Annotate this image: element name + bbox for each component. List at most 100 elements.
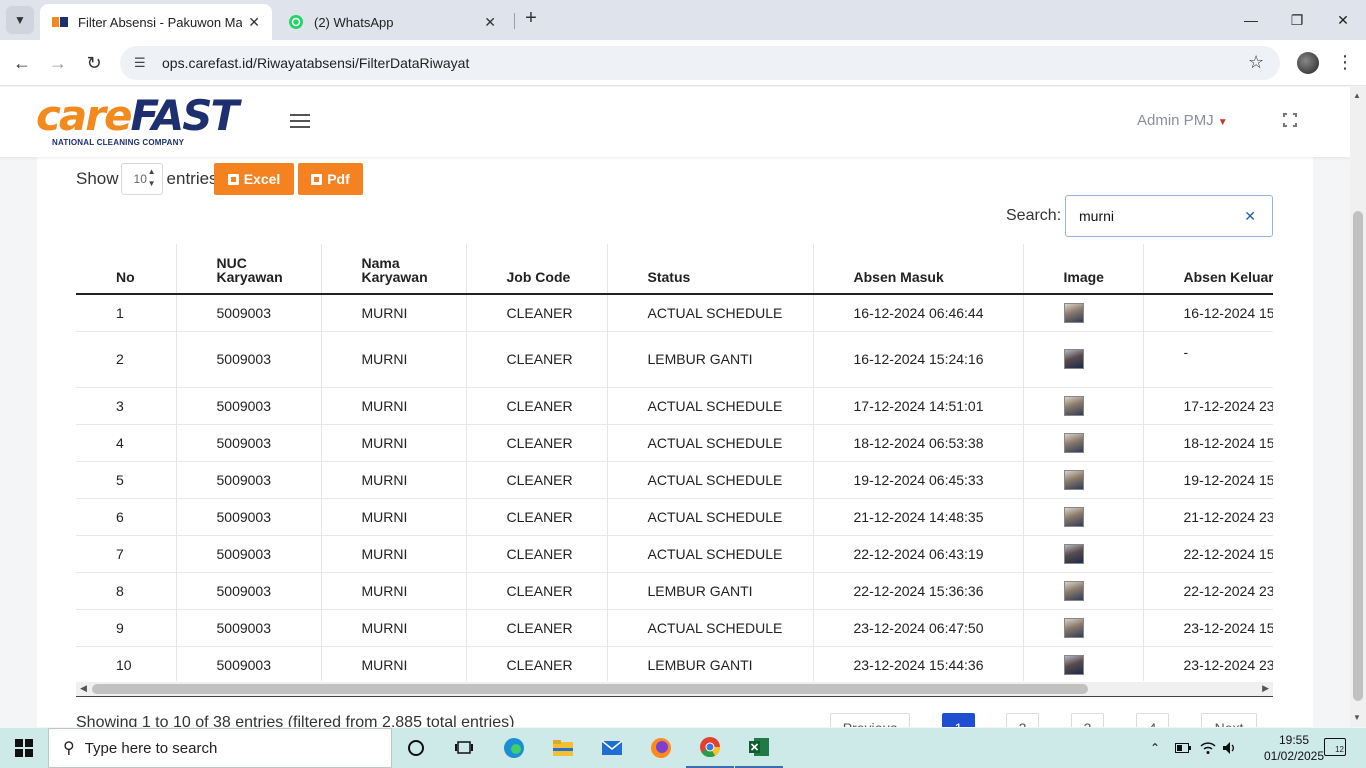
row-status: ACTUAL SCHEDULE (606, 498, 813, 536)
hamburger-menu-icon[interactable] (290, 114, 310, 128)
system-clock[interactable]: 19:55 01/02/2025 (1262, 732, 1326, 764)
volume-icon[interactable] (1222, 728, 1238, 768)
horizontal-scroll-thumb[interactable] (92, 684, 1088, 694)
attendance-photo-thumbnail[interactable] (1063, 432, 1084, 453)
attendance-photo-thumbnail[interactable] (1063, 543, 1084, 564)
attendance-photo-thumbnail[interactable] (1063, 654, 1084, 675)
wifi-icon[interactable] (1200, 728, 1216, 768)
site-info-icon[interactable]: ☰ (134, 55, 152, 71)
attendance-photo-thumbnail[interactable] (1063, 349, 1084, 369)
mail-icon[interactable] (588, 728, 636, 768)
row-absen-keluar: - (1142, 331, 1273, 388)
table-horizontal-scrollbar[interactable]: ◀ ▶ (76, 682, 1273, 696)
row-nama: MURNI (320, 294, 466, 332)
row-absen-keluar: 22-12-2024 15 (1142, 535, 1273, 573)
row-no: 9 (76, 609, 176, 647)
column-header-nama-text: Nama Karyawan (361, 255, 428, 285)
tab-filter-absensi[interactable]: Filter Absensi - Pakuwon Mall Y ✕ (40, 4, 272, 40)
row-absen-keluar: 18-12-2024 15 (1142, 424, 1273, 462)
scroll-up-icon[interactable]: ▲ (1353, 91, 1361, 100)
row-no: 2 (76, 331, 176, 388)
profile-avatar[interactable] (1297, 52, 1319, 74)
column-header-job-code[interactable]: Job Code (465, 244, 607, 295)
row-nama: MURNI (320, 535, 466, 573)
column-header-no[interactable]: No (76, 244, 176, 295)
excel-icon[interactable] (735, 728, 783, 768)
page-viewport: Show 10 ▲▼ entries Excel Pdf Search: ✕ N… (0, 87, 1350, 727)
pagination-next[interactable]: Next (1201, 713, 1257, 727)
search-field[interactable]: ✕ (1065, 195, 1273, 237)
row-absen-keluar: 22-12-2024 23 (1142, 572, 1273, 610)
vertical-scroll-thumb[interactable] (1353, 211, 1363, 701)
clear-search-icon[interactable]: ✕ (1244, 208, 1256, 225)
pagination-page-2[interactable]: 2 (1006, 713, 1039, 727)
edge-icon[interactable] (490, 728, 538, 768)
attendance-photo-thumbnail[interactable] (1063, 506, 1084, 527)
row-nuc: 5009003 (175, 646, 321, 681)
close-tab-icon[interactable]: ✕ (248, 14, 260, 31)
column-header-nuc[interactable]: NUC Karyawan (175, 244, 321, 295)
new-tab-icon[interactable]: + (520, 8, 542, 30)
back-icon[interactable]: ← (9, 50, 35, 76)
row-status: LEMBUR GANTI (606, 572, 813, 610)
firefox-icon[interactable] (637, 728, 685, 768)
attendance-photo-thumbnail[interactable] (1063, 302, 1084, 323)
fullscreen-icon[interactable] (1283, 113, 1297, 127)
tab-whatsapp[interactable]: (2) WhatsApp ✕ (276, 4, 508, 40)
attendance-photo-thumbnail[interactable] (1063, 580, 1084, 601)
table-row: 6 5009003 MURNI CLEANER ACTUAL SCHEDULE 21-12… (76, 498, 1273, 536)
pagination-previous[interactable]: Previous (830, 713, 910, 727)
row-status: ACTUAL SCHEDULE (606, 609, 813, 647)
scroll-down-icon[interactable]: ▼ (1353, 713, 1361, 722)
close-window-icon[interactable]: ✕ (1320, 0, 1366, 40)
row-job-code: CLEANER (465, 331, 607, 388)
restore-icon[interactable]: ❐ (1274, 0, 1320, 40)
address-bar[interactable]: ☰ ops.carefast.id/Riwayatabsensi/FilterD… (120, 46, 1280, 80)
pagination-page-1[interactable]: 1 (942, 713, 975, 727)
column-header-status[interactable]: Status (606, 244, 813, 295)
browser-tabbar: ▼ Filter Absensi - Pakuwon Mall Y ✕ (2) … (0, 0, 1366, 40)
chrome-icon[interactable] (686, 728, 734, 768)
row-no: 8 (76, 572, 176, 610)
page-vertical-scrollbar[interactable]: ▲ ▼ (1350, 87, 1366, 727)
pagination-page-3[interactable]: 3 (1071, 713, 1104, 727)
table-row: 2 5009003 MURNI CLEANER LEMBUR GANTI 16-12-20… (76, 331, 1273, 388)
task-view-icon[interactable] (440, 728, 488, 768)
carefast-logo[interactable]: careFAST NATIONAL CLEANING COMPANY (36, 95, 239, 151)
reload-icon[interactable]: ↻ (81, 50, 107, 76)
attendance-photo-thumbnail[interactable] (1063, 469, 1084, 490)
row-job-code: CLEANER (465, 294, 607, 332)
row-absen-masuk: 18-12-2024 06:53:38 (812, 424, 1023, 462)
scroll-left-icon[interactable]: ◀ (80, 683, 87, 694)
column-header-absen-masuk[interactable]: Absen Masuk (812, 244, 1023, 295)
column-header-absen-keluar[interactable]: Absen Keluar (1142, 244, 1273, 295)
tab-search-chevron-icon[interactable]: ▼ (6, 6, 34, 34)
minimize-icon[interactable]: — (1228, 0, 1274, 40)
browser-menu-icon[interactable]: ⋮ (1336, 52, 1354, 73)
attendance-photo-thumbnail[interactable] (1063, 617, 1084, 638)
column-header-nama[interactable]: Nama Karyawan (320, 244, 466, 295)
column-header-image[interactable]: Image (1022, 244, 1143, 295)
search-input[interactable] (1066, 196, 1236, 236)
taskbar-search[interactable]: ⚲ Type here to search (48, 728, 392, 768)
close-tab-icon[interactable]: ✕ (484, 14, 496, 31)
excel-export-button[interactable]: Excel (214, 163, 294, 195)
show-hidden-icons-chevron-up-icon[interactable]: ⌃ (1150, 728, 1160, 768)
pagination-page-4[interactable]: 4 (1136, 713, 1169, 727)
entries-per-page-select[interactable]: 10 ▲ ▼ (120, 163, 163, 195)
row-absen-keluar: 21-12-2024 23 (1142, 498, 1273, 536)
pdf-export-button[interactable]: Pdf (298, 163, 363, 195)
attendance-photo-thumbnail[interactable] (1063, 395, 1084, 416)
cortana-icon[interactable] (392, 728, 440, 768)
forward-icon[interactable]: → (45, 50, 71, 76)
file-explorer-icon[interactable] (539, 728, 587, 768)
bookmark-star-icon[interactable]: ☆ (1248, 52, 1264, 73)
row-image (1022, 461, 1143, 499)
notification-center-icon[interactable]: 12 (1324, 738, 1346, 756)
start-button[interactable] (0, 728, 48, 768)
windows-logo-icon (15, 739, 33, 757)
scroll-right-icon[interactable]: ▶ (1262, 683, 1269, 694)
user-menu[interactable]: Admin PMJ ▼ (1137, 112, 1228, 129)
taskbar-search-placeholder: Type here to search (84, 739, 218, 757)
battery-icon[interactable] (1175, 728, 1191, 768)
